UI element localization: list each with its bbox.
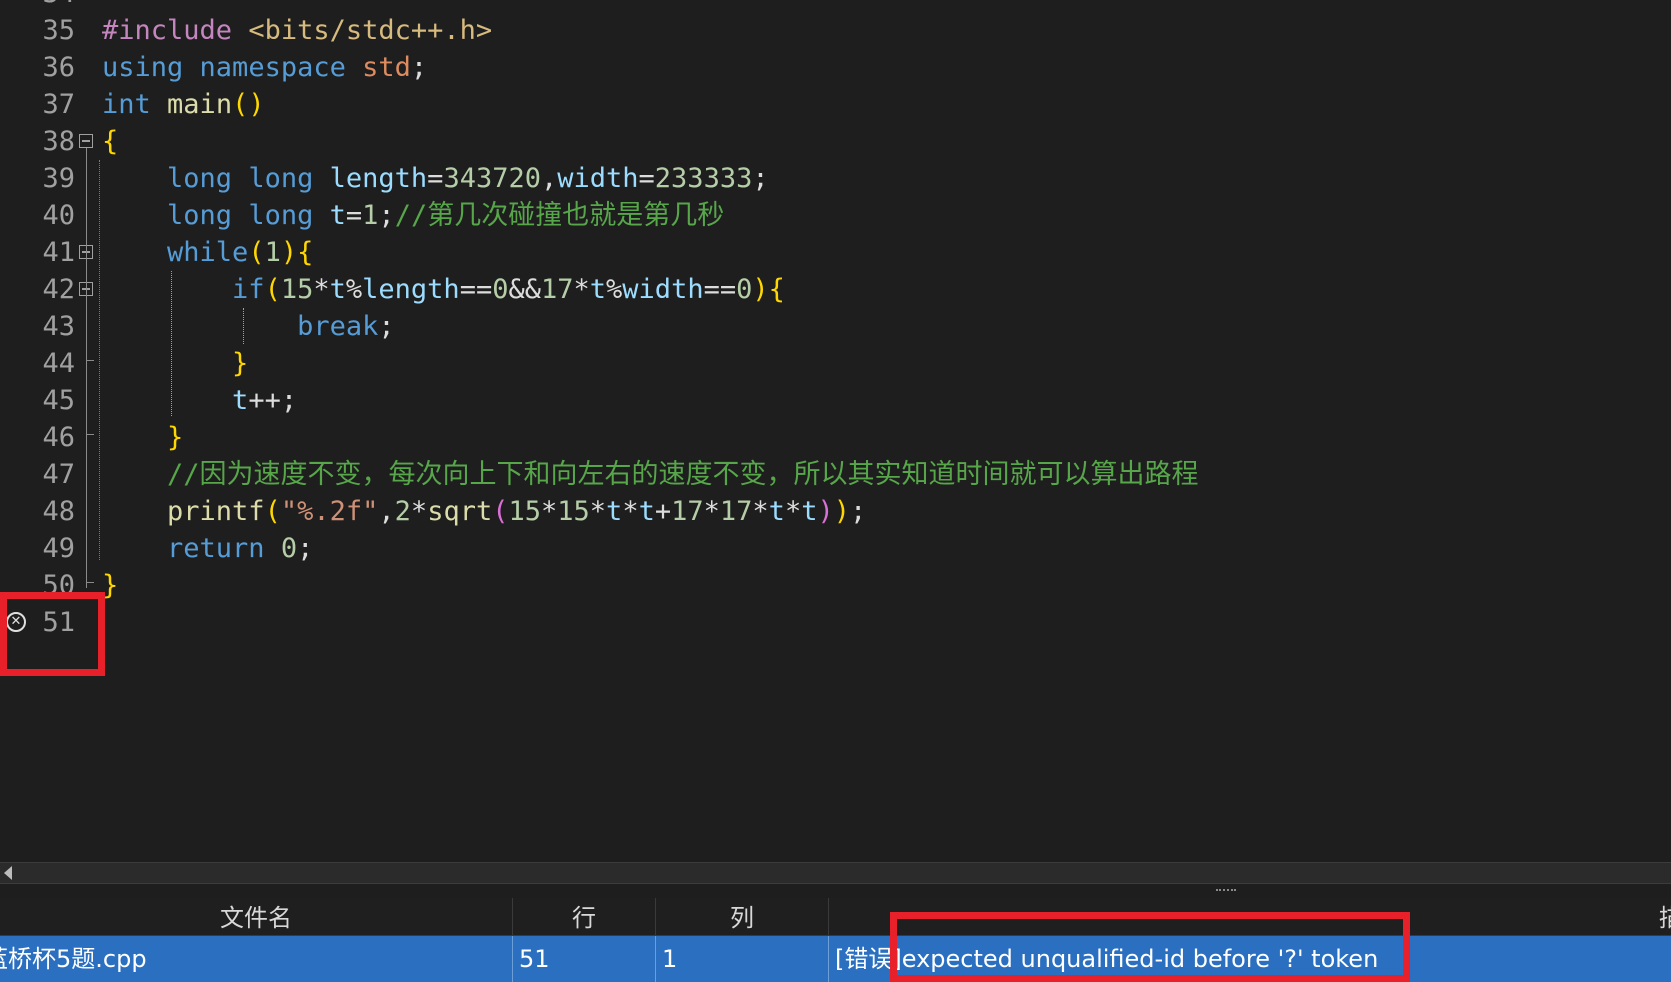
horizontal-scrollbar[interactable] bbox=[0, 862, 1671, 884]
code-text[interactable]: while(1){ bbox=[102, 234, 313, 271]
column-header-file[interactable]: 文件名 bbox=[0, 898, 513, 936]
code-line: 38 { bbox=[0, 123, 1671, 160]
code-line: 34 bbox=[0, 0, 1671, 12]
code-text[interactable]: { bbox=[102, 123, 118, 160]
cell-col: 1 bbox=[656, 936, 829, 982]
code-text[interactable]: using namespace std; bbox=[102, 49, 427, 86]
code-text[interactable]: if(15*t%length==0&&17*t%width==0){ bbox=[102, 271, 785, 308]
code-line: 50 } bbox=[0, 567, 1671, 604]
cell-desc: [错误]expected unqualified-id before '?' t… bbox=[829, 936, 1671, 982]
line-number: 49 bbox=[42, 533, 75, 564]
line-number: 36 bbox=[42, 52, 75, 83]
error-message: expected unqualified-id before '?' token bbox=[901, 945, 1379, 973]
line-number: 34 bbox=[5, 0, 75, 12]
line-number: 38 bbox=[42, 126, 75, 157]
fold-guide-tick bbox=[86, 434, 94, 435]
code-text[interactable]: printf("%.2f",2*sqrt(15*15*t*t+17*17*t*t… bbox=[102, 493, 866, 530]
column-header-line[interactable]: 行 bbox=[513, 898, 656, 936]
line-number: 37 bbox=[42, 89, 75, 120]
code-line: 42 if(15*t%length==0&&17*t%width==0){ bbox=[0, 271, 1671, 308]
column-header-col[interactable]: 列 bbox=[656, 898, 829, 936]
column-header-desc[interactable]: 描述 bbox=[829, 898, 1671, 936]
code-line: 43 break; bbox=[0, 308, 1671, 345]
cell-file: 蓝桥杯5题.cpp bbox=[0, 936, 513, 982]
code-text[interactable]: return 0; bbox=[102, 530, 313, 567]
code-text[interactable]: #include <bits/stdc++.h> bbox=[102, 12, 492, 49]
line-number: 50 bbox=[42, 570, 75, 601]
line-number: 43 bbox=[42, 311, 75, 342]
code-editor[interactable]: 34 35 #include <bits/stdc++.h> 36 using … bbox=[0, 0, 1671, 862]
code-text[interactable]: break; bbox=[102, 308, 395, 345]
line-number: 40 bbox=[42, 200, 75, 231]
indent-guide bbox=[171, 271, 172, 416]
code-text[interactable]: int main() bbox=[102, 86, 265, 123]
indent-guide bbox=[243, 308, 244, 344]
code-line: 48 printf("%.2f",2*sqrt(15*15*t*t+17*17*… bbox=[0, 493, 1671, 530]
line-number: 41 bbox=[42, 237, 75, 268]
code-line: 45 t++; bbox=[0, 382, 1671, 419]
panel-splitter[interactable] bbox=[0, 884, 1671, 898]
messages-header: 文件名 行 列 描述 bbox=[0, 898, 1671, 936]
line-number: 46 bbox=[42, 422, 75, 453]
code-text[interactable]: } bbox=[102, 419, 183, 456]
error-circle-icon[interactable]: ✕ bbox=[6, 612, 26, 632]
code-line: 40 long long t=1;//第几次碰撞也就是第几秒 bbox=[0, 197, 1671, 234]
line-number: 42 bbox=[42, 274, 75, 305]
message-row[interactable]: 蓝桥杯5题.cpp 51 1 [错误]expected unqualified-… bbox=[0, 936, 1671, 982]
line-number: 35 bbox=[42, 15, 75, 46]
indent-guide bbox=[99, 160, 100, 560]
code-line: 49 return 0; bbox=[0, 530, 1671, 567]
fold-guide-tick bbox=[86, 582, 94, 583]
splitter-grip[interactable] bbox=[1216, 889, 1236, 893]
code-line: 36 using namespace std; bbox=[0, 49, 1671, 86]
line-number: 48 bbox=[42, 496, 75, 527]
line-number: 39 bbox=[42, 163, 75, 194]
fold-guide bbox=[86, 148, 87, 588]
code-text[interactable]: long long t=1;//第几次碰撞也就是第几秒 bbox=[102, 197, 724, 234]
code-line: 39 long long length=343720,width=233333; bbox=[0, 160, 1671, 197]
code-text[interactable]: //因为速度不变，每次向上下和向左右的速度不变，所以其实知道时间就可以算出路程 bbox=[102, 456, 1199, 493]
code-text[interactable]: } bbox=[102, 345, 248, 382]
code-line-error: 51 bbox=[0, 604, 1671, 641]
fold-guide-tick bbox=[86, 360, 94, 361]
code-line: 44 } bbox=[0, 345, 1671, 382]
cell-line: 51 bbox=[513, 936, 656, 982]
line-number: 44 bbox=[42, 348, 75, 379]
code-text[interactable]: } bbox=[102, 567, 118, 604]
code-line: 47 //因为速度不变，每次向上下和向左右的速度不变，所以其实知道时间就可以算出… bbox=[0, 456, 1671, 493]
column-header-desc-label: 描述 bbox=[1659, 904, 1671, 932]
line-number: 45 bbox=[42, 385, 75, 416]
line-number: 47 bbox=[42, 459, 75, 490]
code-line: 46 } bbox=[0, 419, 1671, 456]
code-line: 41 while(1){ bbox=[0, 234, 1671, 271]
code-text[interactable]: t++; bbox=[102, 382, 297, 419]
code-line: 37 int main() bbox=[0, 86, 1671, 123]
error-level-label: [错误] bbox=[835, 945, 902, 973]
code-line: 35 #include <bits/stdc++.h> bbox=[0, 12, 1671, 49]
fold-collapse-icon[interactable] bbox=[79, 134, 93, 148]
code-text[interactable]: long long length=343720,width=233333; bbox=[102, 160, 769, 197]
arrow-left-icon[interactable] bbox=[4, 866, 12, 880]
